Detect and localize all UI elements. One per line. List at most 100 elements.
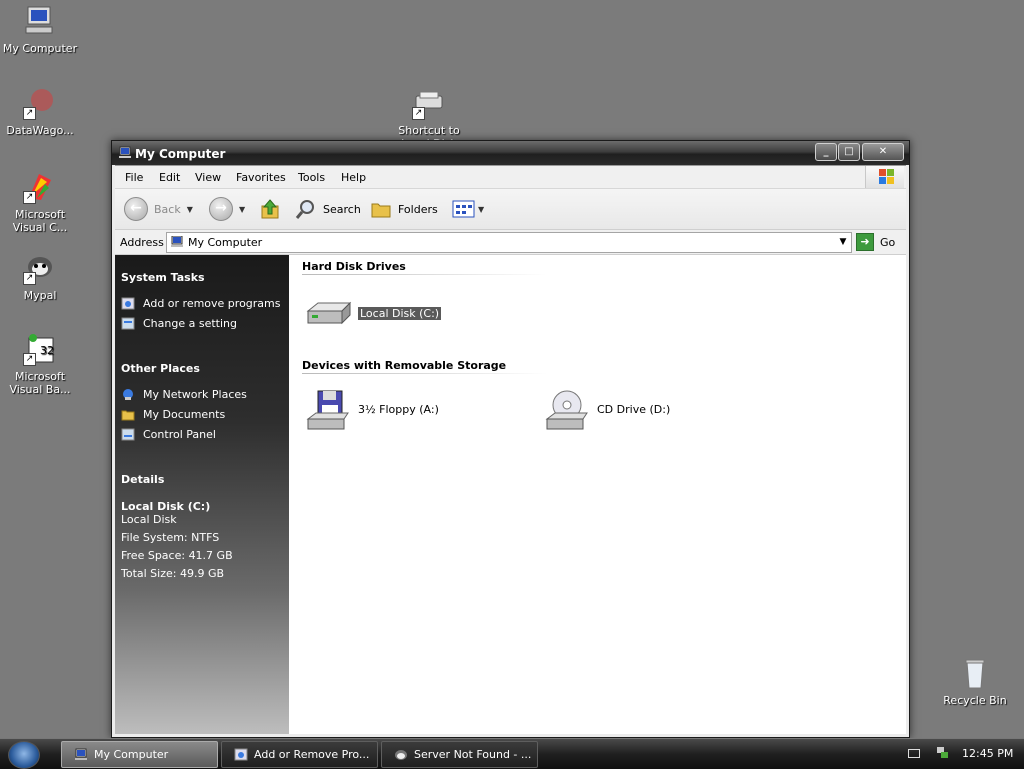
control-panel-icon [121, 317, 135, 330]
folders-button[interactable]: Folders [370, 198, 438, 220]
folder-up-icon [261, 199, 279, 219]
local-disk-label: Local Disk (C:) [356, 305, 443, 321]
place-label: My Network Places [143, 388, 247, 401]
menu-view[interactable]: View [195, 171, 221, 184]
my-computer-icon [75, 748, 87, 760]
desktop-icon-label: Microsoft Visual C... [12, 208, 68, 234]
drive-shortcut-icon: ↗ [412, 86, 446, 120]
address-bar: Address My Computer ▼ ➜ Go [115, 230, 906, 255]
go-button[interactable]: ➜ Go [856, 232, 900, 252]
chevron-down-icon[interactable]: ▼ [187, 205, 193, 214]
details-total-size: Total Size: 49.9 GB [121, 567, 225, 580]
hard-disk-icon [304, 293, 352, 333]
back-label: Back [154, 202, 181, 216]
shortcut-arrow-icon: ↗ [23, 107, 36, 120]
place-label: My Documents [143, 408, 226, 421]
desktop-icon-mypal[interactable]: ↗ Mypal [0, 251, 80, 302]
chevron-down-icon[interactable]: ▼ [239, 205, 245, 214]
back-arrow-icon: ← [124, 197, 148, 221]
my-computer-icon [23, 4, 57, 38]
menu-help[interactable]: Help [341, 171, 366, 184]
desktop-icon-label: Mypal [23, 289, 57, 302]
back-button[interactable]: ← Back ▼ [124, 197, 193, 221]
taskbar: My Computer Add or Remove Pro... Server … [0, 738, 1024, 769]
desktop-icon-label: Recycle Bin [943, 694, 1007, 707]
go-arrow-icon: ➜ [856, 233, 874, 251]
taskbar-button-add-remove[interactable]: Add or Remove Pro... [221, 741, 378, 768]
search-button[interactable]: Search [295, 198, 361, 220]
local-disk-c-item[interactable]: Local Disk (C:) [304, 293, 443, 333]
shortcut-arrow-icon: ↗ [23, 191, 36, 204]
my-documents-link[interactable]: My Documents [121, 408, 225, 421]
address-input[interactable]: My Computer ▼ [166, 232, 852, 253]
maximize-button[interactable]: □ [838, 143, 860, 161]
standard-toolbar: ← Back ▼ → ▼ Search Folders ▼ [115, 189, 906, 230]
start-button[interactable] [8, 741, 40, 769]
add-remove-programs-icon [234, 748, 248, 761]
explorer-window: My Computer _ □ ✕ File Edit View Favorit… [111, 140, 910, 738]
group-divider [302, 373, 547, 374]
window-titlebar[interactable]: My Computer _ □ ✕ [112, 141, 909, 165]
control-panel-link[interactable]: Control Panel [121, 428, 216, 441]
network-places-icon [123, 389, 133, 400]
go-label: Go [880, 235, 896, 249]
group-divider [302, 274, 547, 275]
chevron-down-icon[interactable]: ▼ [837, 235, 849, 249]
cd-drive-label: CD Drive (D:) [597, 402, 671, 416]
task-pane: System Tasks Add or remove programs Chan… [115, 255, 289, 734]
taskbar-button-my-computer[interactable]: My Computer [61, 741, 218, 768]
cd-drive-icon [543, 389, 591, 430]
menu-tools[interactable]: Tools [298, 171, 325, 184]
shortcut-arrow-icon: ↗ [23, 353, 36, 366]
svg-text:32: 32 [40, 344, 54, 357]
add-remove-programs-link[interactable]: Add or remove programs [121, 297, 281, 310]
menu-edit[interactable]: Edit [159, 171, 180, 184]
shortcut-arrow-icon: ↗ [23, 272, 36, 285]
desktop-icon-datawagon[interactable]: ↗ DataWago... [0, 86, 80, 137]
details-file-system: File System: NTFS [121, 531, 220, 544]
desktop-icon-recycle-bin[interactable]: Recycle Bin [935, 656, 1015, 707]
change-setting-link[interactable]: Change a setting [121, 317, 237, 330]
search-label: Search [323, 202, 361, 216]
taskbar-button-label: Add or Remove Pro... [254, 748, 370, 761]
windows-flag-icon [865, 166, 904, 188]
address-label: Address [120, 236, 164, 249]
other-places-title: Other Places [121, 362, 200, 375]
address-value: My Computer [188, 236, 263, 249]
task-label: Add or remove programs [143, 297, 281, 310]
floppy-drive-icon [304, 389, 352, 430]
menu-bar: File Edit View Favorites Tools Help [115, 166, 906, 189]
my-network-places-link[interactable]: My Network Places [121, 388, 247, 401]
my-computer-icon [170, 235, 184, 248]
desktop-icon-label: DataWago... [6, 124, 74, 137]
details-name: Local Disk (C:) [121, 500, 211, 513]
cd-drive-item[interactable]: CD Drive (D:) [543, 389, 671, 430]
forward-arrow-icon: → [209, 197, 233, 221]
views-button[interactable]: ▼ [452, 198, 484, 220]
chevron-down-icon: ▼ [478, 204, 485, 214]
floppy-drive-item[interactable]: 3½ Floppy (A:) [304, 389, 439, 430]
documents-folder-icon [121, 410, 135, 421]
desktop-icon-label: My Computer [2, 42, 78, 55]
desktop-icon-visual-c[interactable]: ↗ Microsoft Visual C... [0, 170, 80, 234]
forward-button[interactable]: → ▼ [209, 197, 245, 221]
desktop-icon-visual-basic[interactable]: 32 ↗ Microsoft Visual Ba... [0, 332, 80, 396]
up-button[interactable] [260, 198, 282, 220]
details-type: Local Disk [121, 513, 177, 526]
menu-favorites[interactable]: Favorites [236, 171, 286, 184]
place-label: Control Panel [143, 428, 216, 441]
floppy-drive-label: 3½ Floppy (A:) [358, 402, 439, 416]
desktop-icon-label: Microsoft Visual Ba... [9, 370, 71, 396]
keyboard-icon[interactable] [908, 749, 920, 758]
control-panel-icon [121, 428, 135, 441]
system-tasks-title: System Tasks [121, 271, 205, 284]
minimize-button[interactable]: _ [815, 143, 837, 161]
network-icon[interactable] [935, 745, 949, 759]
window-title: My Computer [135, 147, 226, 161]
menu-file[interactable]: File [125, 171, 143, 184]
close-button[interactable]: ✕ [862, 143, 904, 161]
desktop-icon-my-computer[interactable]: My Computer [0, 4, 80, 55]
search-icon [295, 200, 314, 219]
taskbar-button-browser[interactable]: Server Not Found - ... [381, 741, 538, 768]
clock[interactable]: 12:45 PM [962, 747, 1013, 760]
